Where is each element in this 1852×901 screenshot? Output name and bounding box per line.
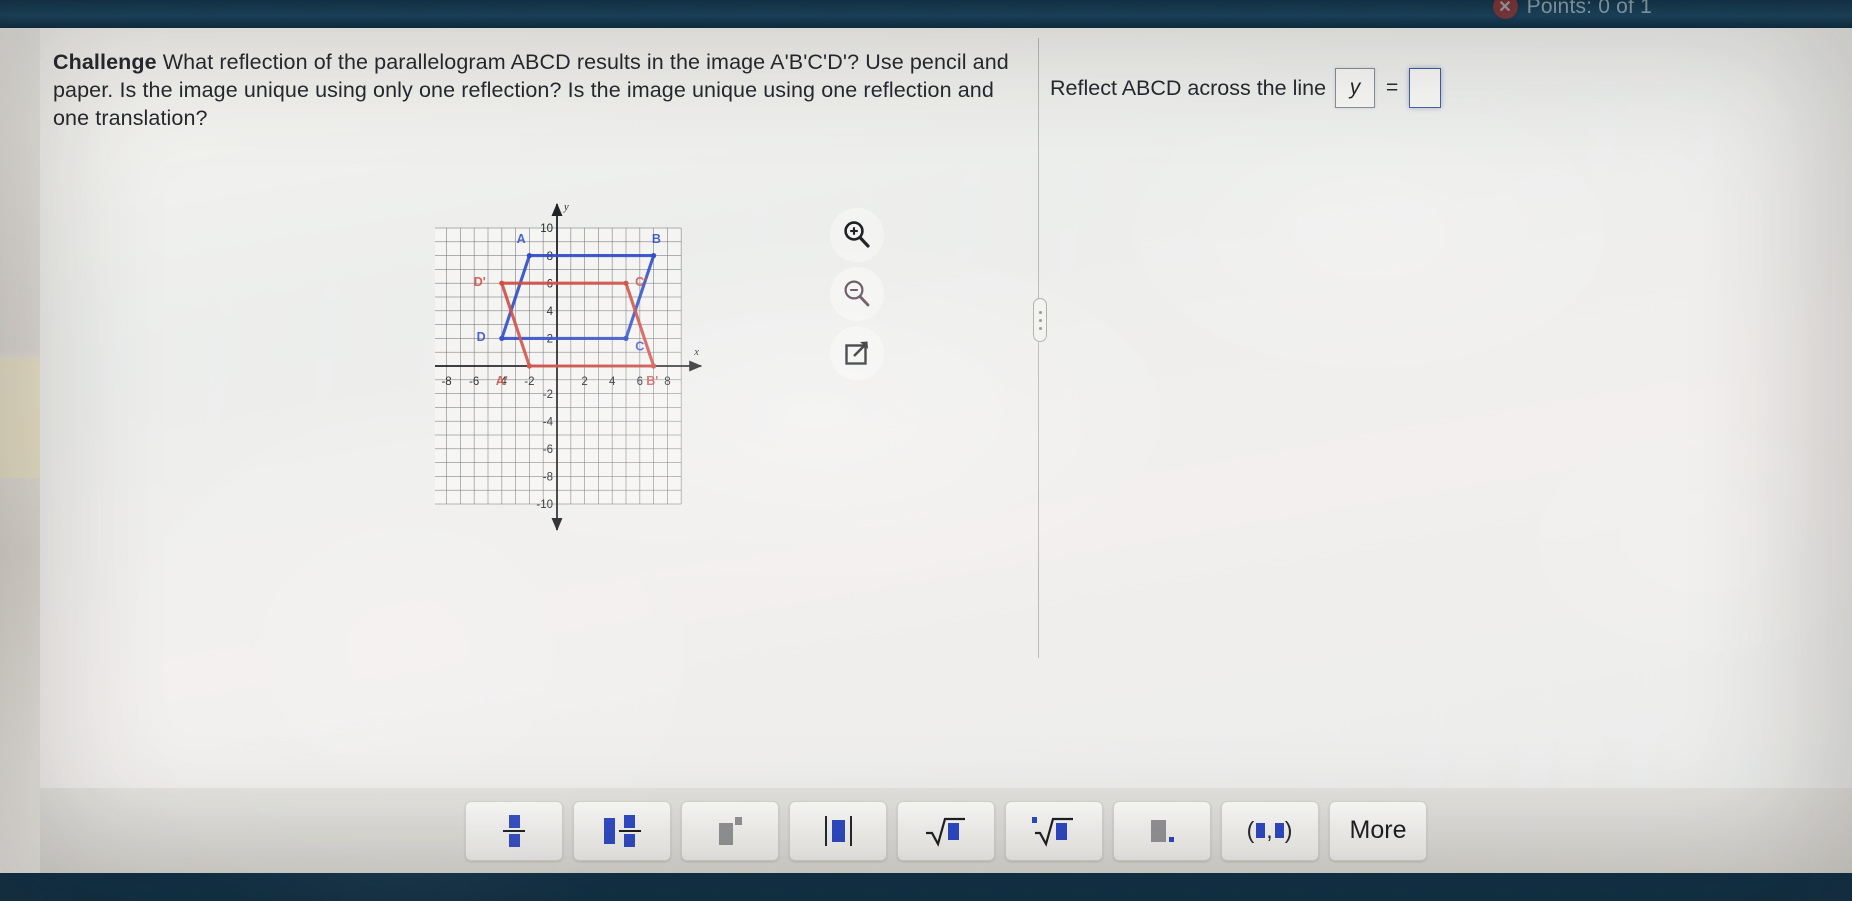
svg-text:D: D (477, 330, 486, 344)
question-label: Challenge (53, 50, 157, 74)
handle-dot (1038, 310, 1042, 314)
points-indicator: ✕ Points: 0 of 1 (1492, 0, 1652, 19)
zoom-in-icon[interactable] (830, 208, 884, 262)
svg-text:-2: -2 (524, 376, 534, 388)
svg-text:B: B (652, 232, 661, 246)
svg-text:-10: -10 (536, 499, 553, 511)
handle-dot (1038, 318, 1042, 322)
fraction-key[interactable] (465, 800, 563, 861)
answer-row: Reflect ABCD across the line y = (1050, 68, 1442, 108)
handle-dot (1038, 326, 1042, 330)
svg-text:A': A' (496, 374, 508, 388)
left-rail-tab (0, 358, 40, 478)
exponent-icon (718, 816, 742, 845)
graph-tools (830, 208, 884, 385)
decimal-key[interactable] (1113, 800, 1211, 861)
exercise-page: Challenge What reflection of the paralle… (40, 28, 1852, 873)
zoom-out-icon[interactable] (830, 267, 884, 321)
svg-text:-6: -6 (543, 444, 553, 456)
svg-text:-8: -8 (441, 376, 451, 388)
panel-resize-handle[interactable] (1033, 298, 1047, 342)
answer-prompt: Reflect ABCD across the line (1050, 75, 1327, 100)
more-key[interactable]: More (1329, 800, 1427, 861)
svg-text:2: 2 (581, 376, 587, 388)
svg-text:B': B' (646, 374, 658, 388)
top-bar: ✕ Points: 0 of 1 (0, 0, 1852, 28)
square-root-icon (926, 817, 965, 847)
exponent-key[interactable] (681, 800, 779, 861)
svg-text:A: A (517, 232, 526, 246)
svg-text:4: 4 (547, 306, 554, 318)
svg-text:6: 6 (637, 376, 643, 388)
square-root-key[interactable] (897, 800, 995, 861)
svg-text:-6: -6 (469, 376, 479, 388)
svg-text:D': D' (474, 275, 486, 289)
absolute-value-icon (824, 815, 852, 846)
mixed-number-icon (603, 814, 641, 847)
decimal-icon (1150, 819, 1174, 842)
absolute-value-key[interactable] (789, 800, 887, 861)
coordinate-plane: y x -8 -6 -4 -2 2 4 6 8 10 8 6 4 2 -2 -4 -6 -8 -10 A B C D A' B' C… (409, 163, 755, 548)
left-rail (0, 28, 40, 873)
svg-text:C: C (635, 340, 644, 354)
bottom-rail (0, 873, 1852, 901)
ordered-pair-key[interactable]: (,) (1221, 800, 1319, 861)
answer-variable-box[interactable]: y (1335, 68, 1376, 108)
svg-text:-4: -4 (543, 416, 554, 428)
answer-input-box[interactable] (1409, 68, 1442, 108)
nth-root-key[interactable] (1005, 800, 1103, 861)
mixed-number-key[interactable] (573, 800, 671, 861)
svg-text:4: 4 (609, 376, 616, 388)
x-circle-icon: ✕ (1492, 0, 1518, 19)
expand-icon[interactable] (830, 326, 884, 380)
fraction-icon (503, 814, 525, 847)
svg-text:x: x (693, 347, 699, 358)
math-keypad: (,) More (40, 788, 1852, 873)
svg-text:10: 10 (540, 223, 553, 235)
coordinate-plane-svg[interactable]: yx-8 -6 -4 -2 2 4 6 8108642-2-4-6-8-10A BCDA' B'C… (409, 163, 755, 543)
panel-divider (1038, 38, 1039, 658)
question-line-1: What reflection of the parallelogram ABC… (162, 50, 904, 74)
equals-sign: = (1386, 76, 1399, 99)
svg-text:8: 8 (664, 376, 670, 388)
svg-text:y: y (563, 202, 569, 213)
screenshot-root: ✕ Points: 0 of 1 Challenge What reflecti… (0, 0, 1852, 901)
nth-root-icon (1032, 816, 1073, 847)
svg-text:C': C' (635, 275, 647, 289)
question-text: Challenge What reflection of the paralle… (53, 48, 1028, 132)
svg-text:-8: -8 (543, 472, 553, 484)
ordered-pair-icon: (,) (1246, 817, 1294, 843)
points-label: Points: 0 of 1 (1526, 0, 1652, 18)
svg-text:-2: -2 (543, 389, 553, 401)
